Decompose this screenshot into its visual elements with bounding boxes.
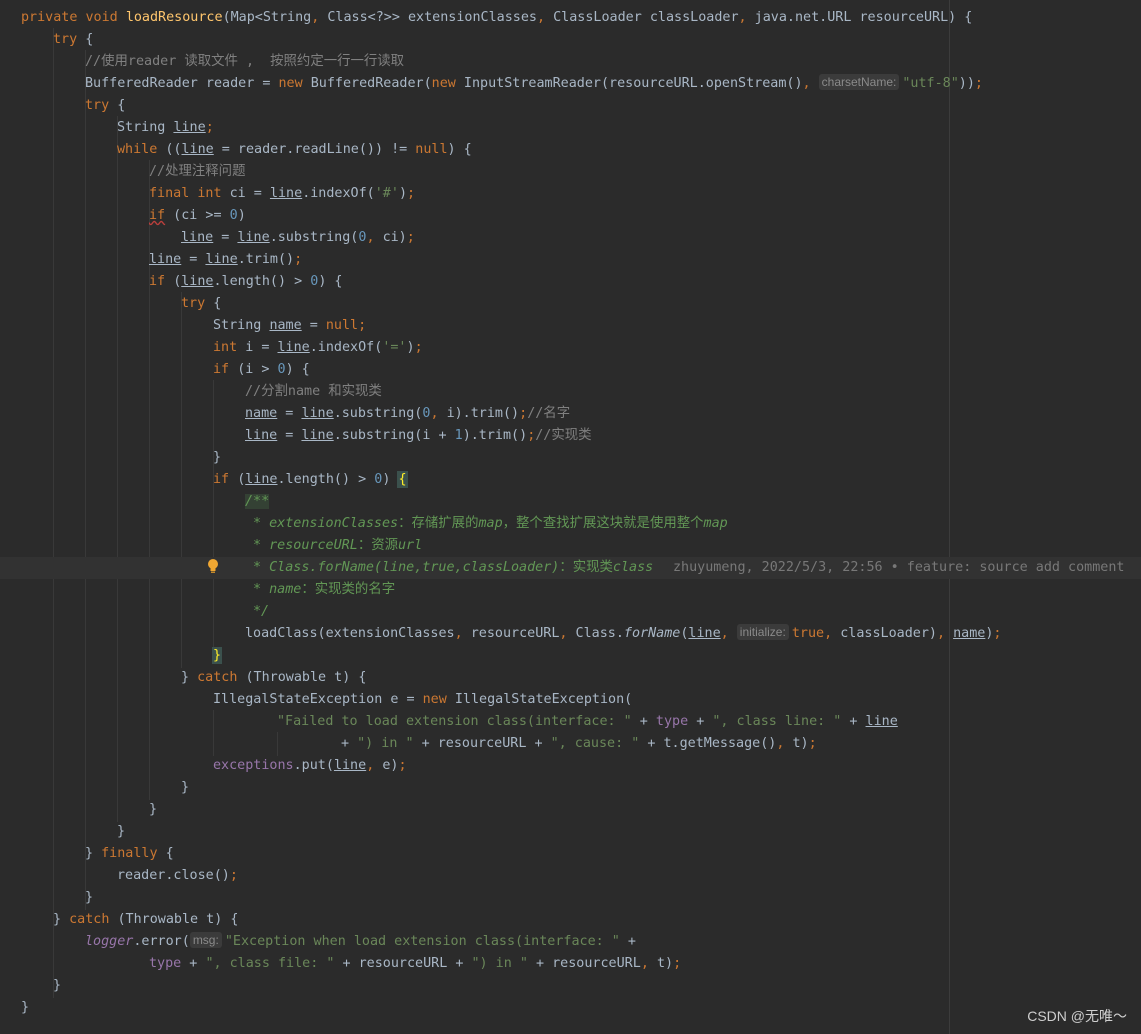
code-line[interactable]: } [117, 821, 1141, 843]
watermark: CSDN @无唯～ [1027, 1008, 1127, 1024]
code-line[interactable]: logger.error(msg: "Exception when load ex… [85, 931, 1141, 953]
code-line[interactable]: loadClass(extensionClasses, resourceURL,… [245, 623, 1141, 645]
code-line[interactable]: } [149, 799, 1141, 821]
parameter-hint: charsetName: [818, 74, 900, 90]
code-line[interactable]: } [53, 975, 1141, 997]
code-line[interactable]: name = line.substring(0, i).trim();//名字 [245, 403, 1141, 425]
code-line[interactable]: String name = null; [213, 315, 1141, 337]
code-line[interactable]: line = line.substring(i + 1).trim();//实现… [245, 425, 1141, 447]
code-line[interactable]: } [211, 645, 1141, 667]
indent-guide [181, 292, 182, 668]
code-line[interactable]: final int ci = line.indexOf('#'); [149, 183, 1141, 205]
parameter-hint: msg: [189, 932, 222, 948]
matched-brace: } [211, 647, 223, 664]
indent-guide [85, 50, 86, 910]
code-line[interactable]: exceptions.put(line, e); [213, 755, 1141, 777]
code-line[interactable]: int i = line.indexOf('='); [213, 337, 1141, 359]
code-line[interactable]: private void loadResource(Map<String, Cl… [21, 7, 1141, 29]
code-line[interactable]: line = line.trim(); [149, 249, 1141, 271]
code-line[interactable]: if (ci >= 0) [149, 205, 1141, 227]
code-line[interactable]: if (i > 0) { [213, 359, 1141, 381]
code-line-current[interactable]: * Class.forName(line,true,classLoader)：实… [0, 557, 1141, 579]
git-blame-annotation[interactable]: zhuyumeng, 2022/5/3, 22:56 • feature: so… [673, 557, 1124, 579]
code-line[interactable]: * extensionClasses：存储扩展的map，整个查找扩展这块就是使用… [253, 513, 1141, 535]
code-line[interactable]: //处理注释问题 [149, 161, 1141, 183]
code-line[interactable]: BufferedReader reader = new BufferedRead… [85, 73, 1141, 95]
code-line[interactable]: try { [53, 29, 1141, 51]
code-line[interactable]: } [21, 997, 1141, 1019]
code-line[interactable]: } [85, 887, 1141, 909]
code-line[interactable]: */ [253, 601, 1141, 623]
code-line[interactable]: } catch (Throwable t) { [53, 909, 1141, 931]
code-line[interactable]: /** [245, 491, 1141, 513]
code-line[interactable]: } finally { [85, 843, 1141, 865]
code-line[interactable]: IllegalStateException e = new IllegalSta… [213, 689, 1141, 711]
code-editor[interactable]: private void loadResource(Map<String, Cl… [0, 0, 1141, 1034]
indent-guide [277, 732, 278, 756]
code-line[interactable]: + ") in " + resourceURL + ", cause: " + … [341, 733, 1141, 755]
code-line[interactable]: } [181, 777, 1141, 799]
code-line[interactable]: try { [181, 293, 1141, 315]
lightbulb-icon[interactable] [207, 558, 219, 574]
code-comment: //处理注释问题 [149, 164, 246, 179]
code-line[interactable]: reader.close(); [117, 865, 1141, 887]
code-line[interactable]: try { [85, 95, 1141, 117]
code-line[interactable]: //使用reader 读取文件 , 按照约定一行一行读取 [85, 51, 1141, 73]
code-line[interactable]: } [213, 447, 1141, 469]
indent-guide [213, 380, 214, 654]
code-line[interactable]: "Failed to load extension class(interfac… [277, 711, 1141, 733]
matched-brace: { [397, 471, 408, 488]
code-line[interactable]: } catch (Throwable t) { [181, 667, 1141, 689]
code-line[interactable]: type + ", class file: " + resourceURL + … [149, 953, 1141, 975]
code-line[interactable]: if (line.length() > 0) { [149, 271, 1141, 293]
indent-guide [53, 28, 54, 998]
code-line[interactable]: //分割name 和实现类 [245, 381, 1141, 403]
code-comment: //使用reader 读取文件 , 按照约定一行一行读取 [85, 54, 405, 69]
indent-guide [213, 710, 214, 756]
parameter-hint: initialize: [736, 624, 789, 640]
indent-guide [117, 116, 118, 822]
code-line[interactable]: String line; [117, 117, 1141, 139]
code-line[interactable]: if (line.length() > 0) { [213, 469, 1141, 491]
code-line[interactable]: * name：实现类的名字 [253, 579, 1141, 601]
code-comment: //分割name 和实现类 [245, 384, 382, 399]
code-line[interactable]: line = line.substring(0, ci); [181, 227, 1141, 249]
code-line[interactable]: while ((line = reader.readLine()) != nul… [117, 139, 1141, 161]
code-line[interactable]: * resourceURL：资源url [253, 535, 1141, 557]
